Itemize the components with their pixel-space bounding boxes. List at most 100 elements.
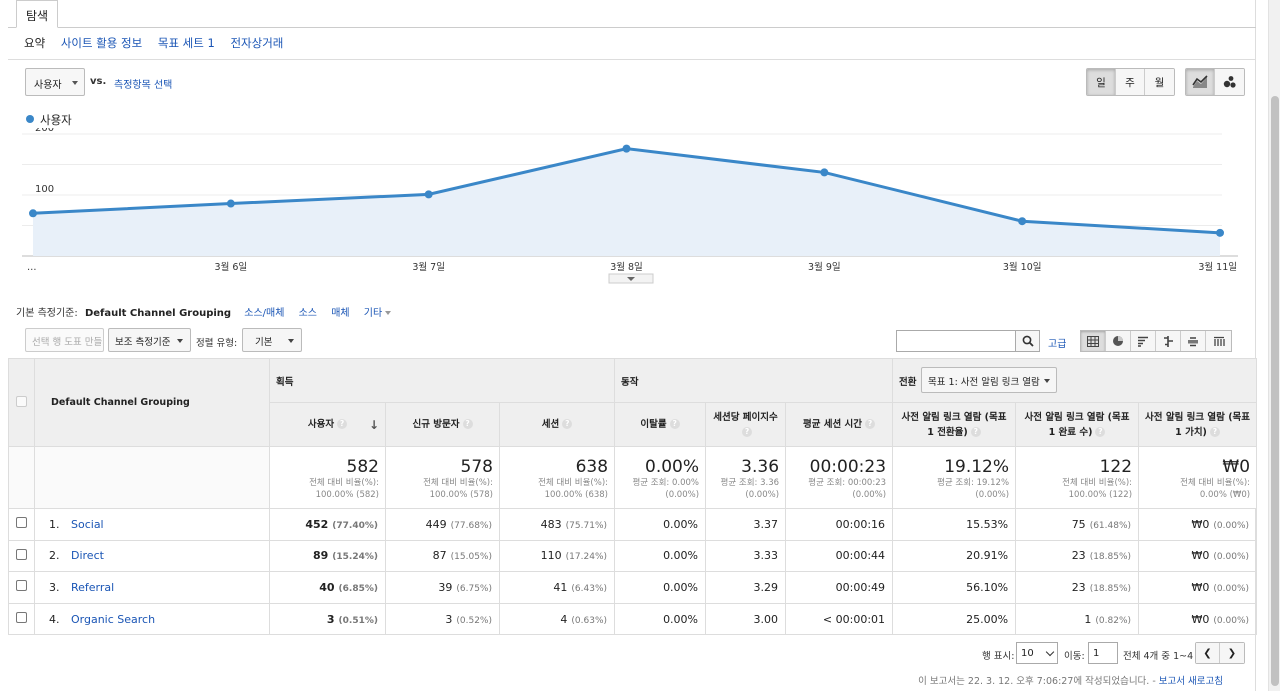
completions-cell: 23 (18.85%) xyxy=(1015,571,1140,604)
table-row: 1. Social 452 (77.40%) 449 (77.68%) 483 (75.71%… xyxy=(8,508,1258,541)
row-checkbox[interactable] xyxy=(16,612,27,624)
col-bounce-rate[interactable]: 이탈률? xyxy=(614,402,707,447)
table-view-icon[interactable] xyxy=(1081,331,1106,351)
term-cloud-view-icon[interactable] xyxy=(1181,331,1206,351)
goal-value: ₩0 xyxy=(1191,612,1210,626)
totals-blank xyxy=(34,446,270,509)
help-icon[interactable]: ? xyxy=(337,419,348,429)
row-checkbox[interactable] xyxy=(16,517,27,529)
users-pct: (15.24%) xyxy=(332,552,378,563)
completions-pct: (18.85%) xyxy=(1089,552,1132,563)
bounce-cell: 0.00% xyxy=(614,602,707,636)
prev-page-icon[interactable]: ❮ xyxy=(1196,643,1220,663)
row-checkbox[interactable] xyxy=(16,580,27,592)
next-page-icon[interactable]: ❯ xyxy=(1220,643,1244,663)
total-value: 122 xyxy=(1099,457,1133,477)
search-icon[interactable] xyxy=(1016,330,1040,352)
select-all-cell xyxy=(8,358,35,447)
dimension-medium[interactable]: 매체 xyxy=(331,308,349,319)
scrollbar-thumb[interactable] xyxy=(1271,96,1279,686)
advanced-filter-link[interactable]: 고급 xyxy=(1048,335,1066,350)
row-checkbox-cell xyxy=(8,539,35,573)
col-completions-label: 사전 알림 링크 열람 (목표 1 완료 수) xyxy=(1024,411,1130,438)
page-scrollbar[interactable] xyxy=(1268,0,1280,691)
channel-link[interactable]: Referral xyxy=(71,581,114,594)
subnav-ecommerce[interactable]: 전자상거래 xyxy=(230,36,283,50)
total-sub: 전체 대비 비율(%): xyxy=(538,478,609,488)
sort-type-select[interactable]: 기본 xyxy=(242,328,302,352)
users-value: 89 xyxy=(312,549,329,563)
help-icon[interactable]: ? xyxy=(669,419,680,429)
data-point xyxy=(1216,228,1224,237)
period-day-button[interactable]: 일 xyxy=(1087,69,1116,95)
sessions-cell: 110 (17.24%) xyxy=(498,539,616,573)
metric-select[interactable]: 사용자 xyxy=(25,68,85,96)
sessions-pct: (6.43%) xyxy=(571,583,608,594)
col-pages-per-session[interactable]: 세션당 페이지수? xyxy=(705,402,787,447)
col-new-users[interactable]: 신규 방문자? xyxy=(385,402,500,447)
goto-page-input[interactable]: 1 xyxy=(1088,642,1118,664)
row-checkbox[interactable] xyxy=(16,548,27,560)
line-chart-icon[interactable] xyxy=(1186,69,1215,95)
performance-view-icon[interactable] xyxy=(1131,331,1156,351)
rows-per-page-select[interactable]: 10 xyxy=(1016,642,1058,664)
bounce-cell: 0.00% xyxy=(614,539,707,573)
goal-value-pct: (0.00%) xyxy=(1213,583,1250,594)
report-frame: 탐색 요약 사이트 활용 정보 목표 세트 1 전자상거래 사용자 vs. 측정… xyxy=(0,0,1258,691)
conv-rate-cell: 25.00% xyxy=(892,602,1017,636)
col-goal-completions[interactable]: 사전 알림 링크 열람 (목표 1 완료 수)? xyxy=(1015,402,1140,447)
help-icon[interactable]: ? xyxy=(742,426,753,437)
pivot-view-icon[interactable] xyxy=(1206,331,1231,351)
col-sessions[interactable]: 세션? xyxy=(498,402,616,447)
period-month-button[interactable]: 월 xyxy=(1145,69,1174,95)
total-sub: 100.00% (582) xyxy=(315,490,379,500)
tab-explorer[interactable]: 탐색 xyxy=(16,0,59,28)
conversion-goal-select[interactable]: 목표 1: 사전 알림 링크 열람 xyxy=(921,367,1058,393)
table-search-input[interactable] xyxy=(896,330,1016,352)
channel-link[interactable]: Social xyxy=(71,518,104,531)
col-users[interactable]: 사용자? ↓ xyxy=(269,402,386,447)
channel-link[interactable]: Organic Search xyxy=(71,613,155,626)
primary-dimension-label: 기본 측정기준: xyxy=(16,308,78,319)
group-behavior: 동작 xyxy=(614,358,894,403)
help-icon[interactable]: ? xyxy=(970,426,981,437)
total-value: 00:00:23 xyxy=(809,457,887,477)
col-pps-label: 세션당 페이지수 xyxy=(713,411,778,423)
help-icon[interactable]: ? xyxy=(562,419,573,429)
help-icon[interactable]: ? xyxy=(1209,426,1220,437)
subnav-goal-set-1[interactable]: 목표 세트 1 xyxy=(158,36,215,50)
x-tick-label: 3월 7일 xyxy=(412,261,445,273)
col-goal-value[interactable]: 사전 알림 링크 열람 (목표 1 가치)? xyxy=(1138,402,1258,447)
dimension-source[interactable]: 소스 xyxy=(299,308,317,319)
goal-value-cell: ₩0 (0.00%) xyxy=(1138,602,1258,636)
comparison-view-icon[interactable] xyxy=(1156,331,1181,351)
period-week-button[interactable]: 주 xyxy=(1116,69,1145,95)
legend-label: 사용자 xyxy=(40,113,72,127)
pie-view-icon[interactable] xyxy=(1106,331,1131,351)
period-buttons: 일 주 월 xyxy=(1086,68,1175,96)
subnav-site-usage[interactable]: 사이트 활용 정보 xyxy=(61,36,142,50)
help-icon[interactable]: ? xyxy=(1095,426,1106,437)
col-avg-session-duration[interactable]: 평균 세션 시간? xyxy=(785,402,894,447)
compare-metric-link[interactable]: 측정항목 선택 xyxy=(114,76,172,91)
dimension-source-medium[interactable]: 소스/매체 xyxy=(244,308,284,319)
rows-show-label: 행 표시: xyxy=(982,651,1015,662)
col-goal-conv-rate[interactable]: 사전 알림 링크 열람 (목표 1 전환율)? xyxy=(892,402,1017,447)
help-icon[interactable]: ? xyxy=(462,419,473,429)
select-all-checkbox[interactable] xyxy=(16,395,27,407)
dimension-more[interactable]: 기타 xyxy=(364,308,391,319)
row-range: 전체 4개 중 1~4 xyxy=(1123,651,1194,662)
duration-cell: < 00:00:01 xyxy=(785,602,894,636)
plot-rows-button[interactable]: 선택 행 도표 만들기 xyxy=(25,328,104,352)
conversion-label: 전환 xyxy=(899,376,917,388)
users-pct: (77.40%) xyxy=(332,520,378,531)
secondary-dimension-select[interactable]: 보조 측정기준 xyxy=(108,328,191,352)
goal-value: ₩0 xyxy=(1191,580,1210,594)
subnav-summary[interactable]: 요약 xyxy=(24,36,45,50)
channel-link[interactable]: Direct xyxy=(71,549,104,562)
help-icon[interactable]: ? xyxy=(865,419,876,429)
motion-chart-icon[interactable] xyxy=(1215,69,1244,95)
refresh-report-link[interactable]: 보고서 새로고침 xyxy=(1159,676,1223,687)
dimension-header[interactable]: Default Channel Grouping xyxy=(34,358,270,447)
sessions-cell: 483 (75.71%) xyxy=(498,508,616,541)
